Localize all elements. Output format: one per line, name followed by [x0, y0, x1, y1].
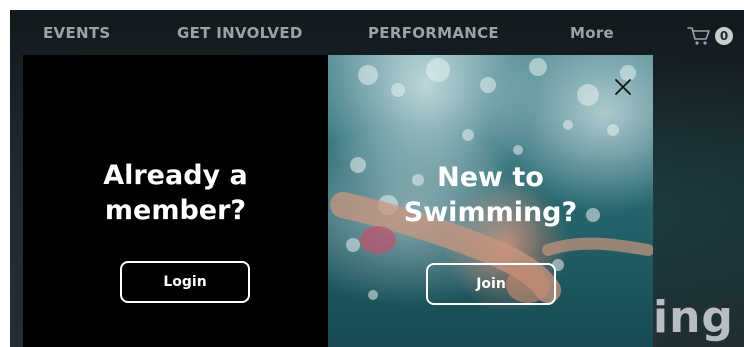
login-button[interactable]: Login	[120, 261, 250, 303]
cart-button[interactable]: 0	[687, 24, 735, 48]
nav-item-get-involved[interactable]: GET INVOLVED	[177, 22, 303, 44]
newcomer-title-line2: Swimming?	[403, 197, 578, 228]
top-nav: EVENTS GET INVOLVED PERFORMANCE More 0	[10, 10, 744, 54]
newcomer-panel: New to Swimming? Join	[328, 55, 653, 347]
nav-item-events[interactable]: EVENTS	[43, 22, 111, 44]
member-title-line1: Already a	[103, 160, 248, 191]
close-button[interactable]	[613, 77, 633, 97]
member-panel-title: Already a member?	[23, 158, 328, 228]
cart-icon	[687, 27, 710, 45]
member-panel: Already a member? Login	[23, 55, 328, 347]
nav-item-performance[interactable]: PERFORMANCE	[368, 22, 499, 44]
nav-item-more[interactable]: More	[570, 22, 614, 44]
newcomer-title-line1: New to	[437, 162, 544, 193]
close-icon	[615, 79, 631, 95]
cart-count-badge: 0	[715, 27, 733, 45]
background-heading-fragment: ing t	[653, 292, 744, 343]
page-frame: EVENTS GET INVOLVED PERFORMANCE More 0 i…	[10, 10, 744, 347]
membership-modal: Already a member? Login New to Swimming?…	[23, 55, 653, 347]
join-button[interactable]: Join	[426, 263, 556, 305]
newcomer-panel-title: New to Swimming?	[328, 160, 653, 230]
member-title-line2: member?	[104, 195, 247, 226]
